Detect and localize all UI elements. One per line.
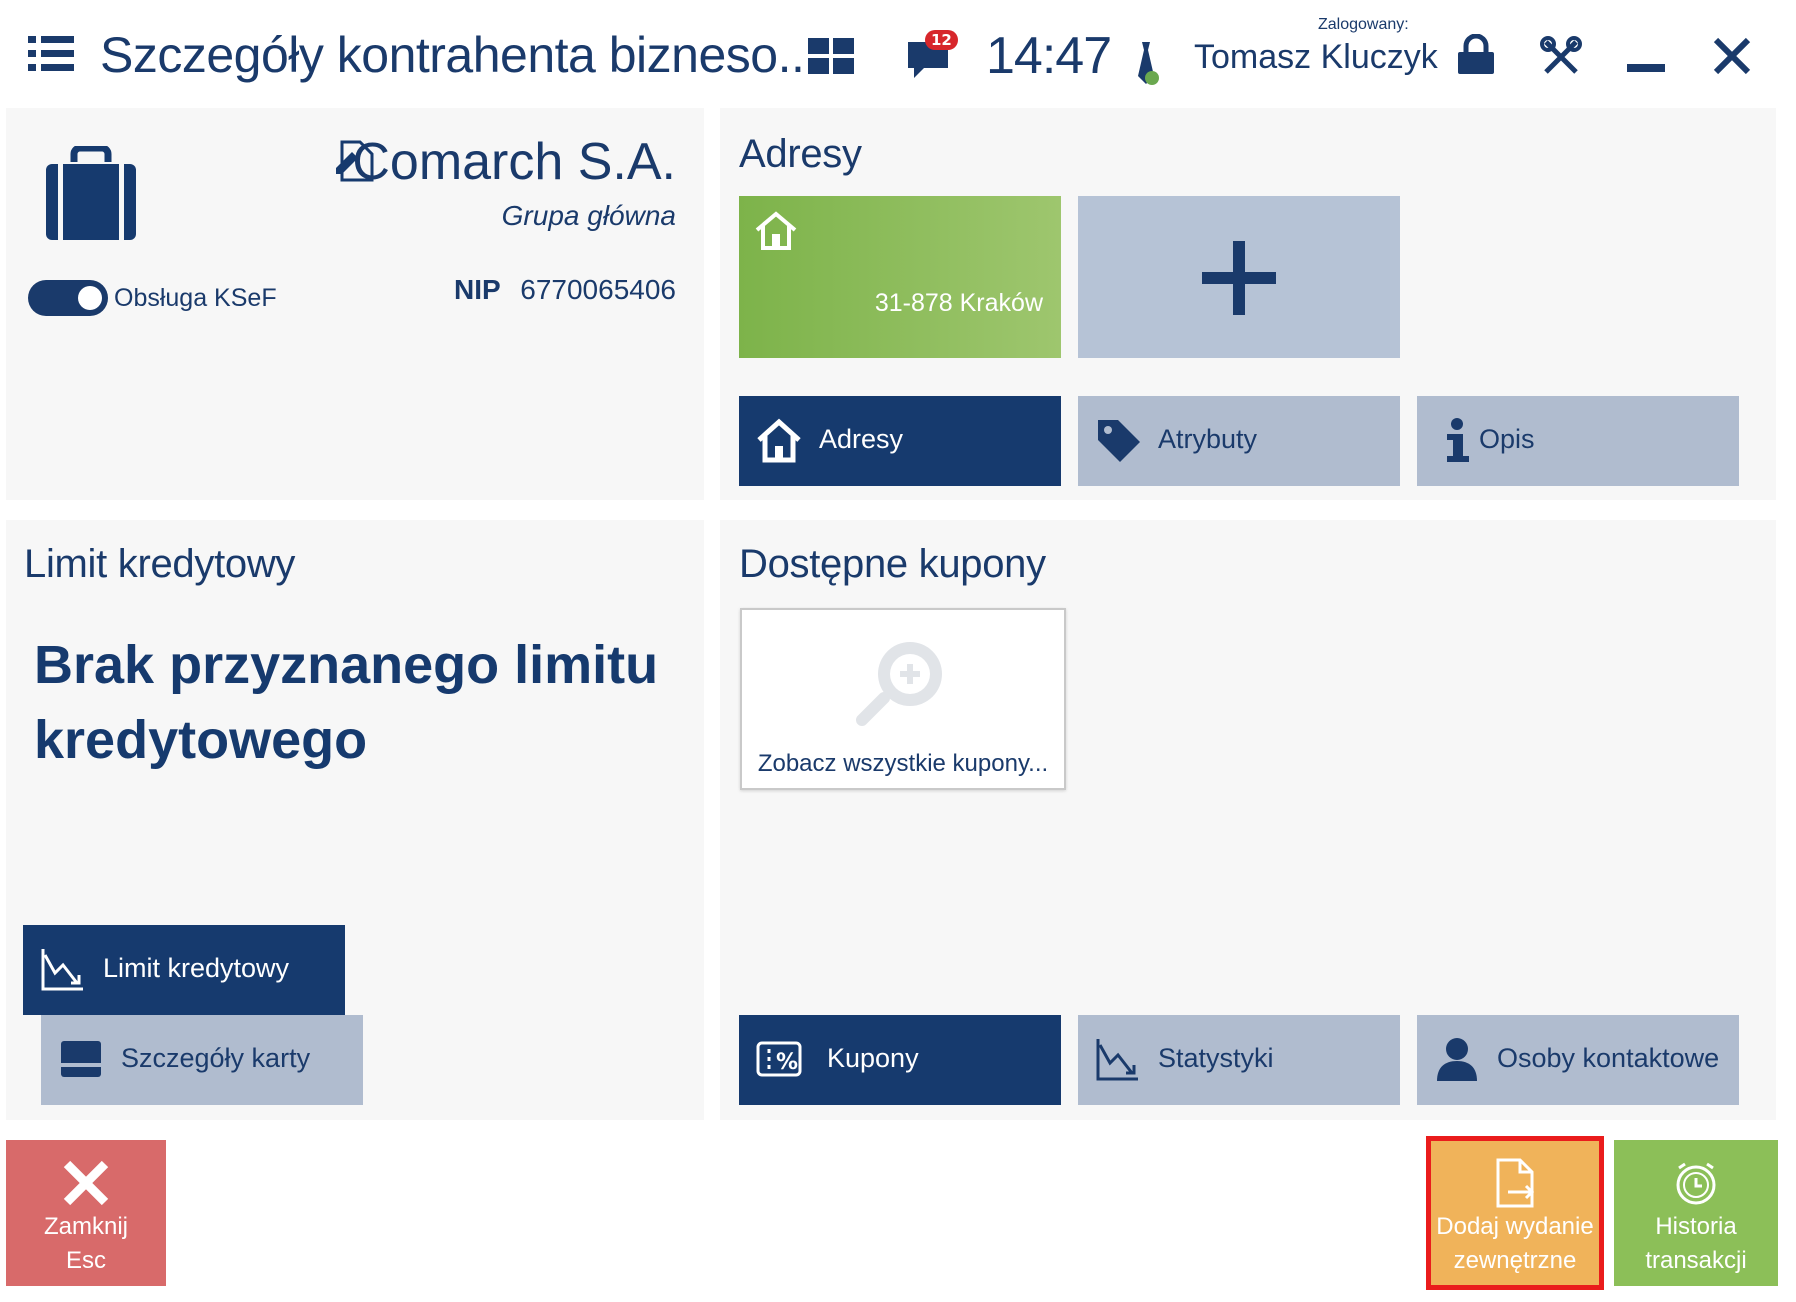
company-name: Comarch S.A.	[352, 133, 676, 191]
coupons-panel: Dostępne kupony Zobacz wszystkie kupony.…	[720, 520, 1776, 1120]
briefcase-icon	[46, 146, 136, 240]
company-panel: Comarch S.A. Grupa główna Obsługa KSeF N…	[6, 108, 704, 500]
addresses-panel: Adresy 31-878 Kraków Adresy Atrybuty Opi…	[720, 108, 1776, 500]
add-external-release-button[interactable]: Dodaj wydanie zewnętrzne	[1426, 1136, 1604, 1290]
external-label-line2: zewnętrzne	[1453, 1247, 1577, 1274]
chart-icon	[1096, 1039, 1138, 1081]
settings-tools-icon[interactable]	[1540, 36, 1582, 78]
transaction-history-button[interactable]: Historia transakcji	[1614, 1140, 1778, 1286]
see-all-coupons-button[interactable]: Zobacz wszystkie kupony...	[740, 608, 1066, 790]
tiles-view-icon[interactable]	[808, 38, 854, 74]
ksef-toggle-label: Obsługa KSeF	[114, 284, 277, 312]
menu-icon[interactable]	[28, 36, 74, 72]
close-button-label: Zamknij Esc	[6, 1210, 166, 1278]
person-icon	[1437, 1038, 1477, 1081]
tab-card-details[interactable]: Szczegóły karty	[41, 1015, 363, 1105]
tab-card-details-label: Szczegóły karty	[121, 1043, 311, 1073]
address-city: 31-878 Kraków	[874, 289, 1043, 317]
tab-statistics[interactable]: Statystyki	[1078, 1015, 1400, 1105]
tab-coupons-label: Kupony	[827, 1043, 919, 1073]
tab-attributes-label: Atrybuty	[1158, 424, 1258, 454]
tab-statistics-label: Statystyki	[1158, 1043, 1274, 1073]
card-icon	[61, 1041, 101, 1077]
svg-text:%: %	[776, 1050, 798, 1075]
chart-icon	[41, 949, 83, 991]
address-tile[interactable]: 31-878 Kraków	[739, 196, 1061, 358]
close-button[interactable]: Zamknij Esc	[6, 1140, 166, 1286]
document-export-icon	[1496, 1158, 1535, 1208]
percent-icon: %	[756, 1041, 802, 1077]
house-icon	[755, 211, 797, 250]
logged-in-label: Zalogowany:	[1318, 16, 1409, 33]
add-address-button[interactable]	[1078, 196, 1400, 358]
clock: 14:47	[986, 27, 1112, 85]
close-window-icon[interactable]	[1712, 36, 1752, 76]
credit-limit-message: Brak przyznanego limitu kredytowego	[34, 635, 659, 770]
close-icon	[63, 1160, 109, 1206]
tag-icon	[1098, 420, 1140, 462]
tab-description-label: Opis	[1479, 424, 1535, 454]
close-label-line2: Esc	[65, 1247, 106, 1274]
tab-description[interactable]: Opis	[1417, 396, 1739, 486]
credit-limit-title: Limit kredytowy	[24, 542, 296, 586]
tab-addresses-label: Adresy	[819, 424, 904, 454]
addresses-title: Adresy	[739, 132, 862, 176]
credit-limit-panel: Limit kredytowy Brak przyznanego limitu …	[6, 520, 704, 1120]
tab-coupons[interactable]: % Kupony	[739, 1015, 1061, 1105]
tab-credit-limit-label: Limit kredytowy	[103, 953, 290, 983]
external-label-line1: Dodaj wydanie	[1436, 1213, 1594, 1240]
title-bar: Szczegóły kontrahenta bizneso... 12 14:4…	[0, 0, 1796, 110]
zoom-in-icon	[856, 642, 942, 726]
notification-badge: 12	[925, 30, 958, 50]
tab-attributes[interactable]: Atrybuty	[1078, 396, 1400, 486]
house-icon	[757, 418, 801, 463]
user-role-icon	[1138, 42, 1159, 85]
history-button-label: Historia transakcji	[1614, 1210, 1778, 1278]
nip-label: NIP	[454, 274, 501, 305]
tab-addresses[interactable]: Adresy	[739, 396, 1061, 486]
company-group: Grupa główna	[501, 200, 676, 231]
external-button-label: Dodaj wydanie zewnętrzne	[1430, 1210, 1600, 1278]
ksef-toggle[interactable]	[28, 280, 108, 316]
close-label-line1: Zamknij	[43, 1213, 128, 1240]
nip-value: 6770065406	[520, 274, 676, 305]
see-all-coupons-label: Zobacz wszystkie kupony...	[757, 750, 1049, 777]
history-label-line2: transakcji	[1645, 1247, 1747, 1274]
tab-contact-persons-label: Osoby kontaktowe	[1497, 1043, 1720, 1073]
page-title: Szczegóły kontrahenta bizneso...	[100, 27, 818, 83]
lock-icon[interactable]	[1456, 34, 1496, 76]
tab-credit-limit[interactable]: Limit kredytowy	[23, 925, 345, 1015]
minimize-icon[interactable]	[1627, 64, 1665, 72]
history-label-line1: Historia	[1655, 1213, 1737, 1240]
tab-contact-persons[interactable]: Osoby kontaktowe	[1417, 1015, 1739, 1105]
info-icon	[1447, 418, 1469, 462]
history-icon	[1676, 1162, 1716, 1205]
user-name: Tomasz Kluczyk	[1194, 38, 1438, 76]
coupons-title: Dostępne kupony	[739, 542, 1046, 586]
